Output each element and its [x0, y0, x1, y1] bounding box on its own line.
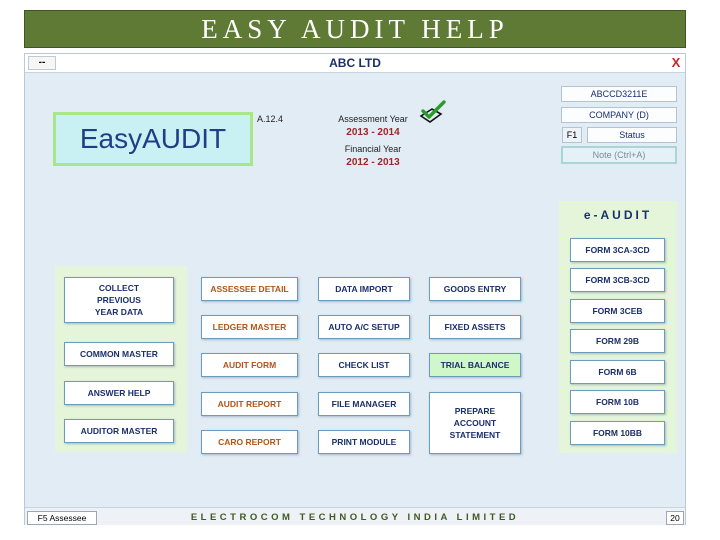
trial-balance-button[interactable]: TRIAL BALANCE [429, 353, 521, 377]
financial-year-label: Financial Year [344, 144, 402, 154]
note-button[interactable]: Note (Ctrl+A) [561, 146, 677, 164]
page-number: 20 [666, 511, 684, 525]
banner-title: EASY AUDIT HELP [201, 13, 509, 44]
assessment-year-label: Assessment Year [338, 114, 408, 124]
checkmark-icon [419, 100, 446, 123]
form-10bb-button[interactable]: FORM 10BB [570, 421, 665, 445]
form-29b-button[interactable]: FORM 29B [570, 329, 665, 353]
ledger-master-button[interactable]: LEDGER MASTER [201, 315, 298, 339]
company-name: ELECTROCOM TECHNOLOGY INDIA LIMITED [190, 512, 520, 523]
auto-ac-setup-button[interactable]: AUTO A/C SETUP [318, 315, 410, 339]
window-title: ABC LTD [329, 56, 381, 70]
form-3ca-3cd-button[interactable]: FORM 3CA-3CD [570, 238, 665, 262]
eaudit-title: e-AUDIT [583, 208, 653, 222]
financial-year-value: 2012 - 2013 [346, 157, 400, 168]
data-import-button[interactable]: DATA IMPORT [318, 277, 410, 301]
version-label: A.12.4 [257, 114, 284, 124]
check-list-button[interactable]: CHECK LIST [318, 353, 410, 377]
form-6b-button[interactable]: FORM 6B [570, 360, 665, 384]
status-bar: F5 Assessee ELECTROCOM TECHNOLOGY INDIA … [25, 507, 685, 525]
company-type-button[interactable]: COMPANY (D) [561, 107, 677, 123]
slide-banner: EASY AUDIT HELP [24, 10, 686, 48]
easyaudit-logo: EasyAUDIT [53, 112, 253, 166]
audit-form-button[interactable]: AUDIT FORM [201, 353, 298, 377]
close-button[interactable]: X [669, 55, 683, 71]
logo-text: EasyAUDIT [79, 123, 227, 154]
status-button[interactable]: Status [587, 127, 677, 143]
fixed-assets-button[interactable]: FIXED ASSETS [429, 315, 521, 339]
app-window: -- ABC LTD X EasyAUDIT A.12.4 Assessment… [24, 53, 686, 525]
assessee-detail-button[interactable]: ASSESSEE DETAIL [201, 277, 298, 301]
goods-entry-button[interactable]: GOODS ENTRY [429, 277, 521, 301]
answer-help-button[interactable]: ANSWER HELP [64, 381, 174, 405]
auditor-master-button[interactable]: AUDITOR MASTER [64, 419, 174, 443]
title-bar: -- ABC LTD X [25, 54, 685, 73]
common-master-button[interactable]: COMMON MASTER [64, 342, 174, 366]
audit-report-button[interactable]: AUDIT REPORT [201, 392, 298, 416]
print-module-button[interactable]: PRINT MODULE [318, 430, 410, 454]
prepare-account-statement-button[interactable]: PREPARE ACCOUNT STATEMENT [429, 392, 521, 454]
caro-report-button[interactable]: CARO REPORT [201, 430, 298, 454]
form-3cb-3cd-button[interactable]: FORM 3CB-3CD [570, 268, 665, 292]
file-manager-button[interactable]: FILE MANAGER [318, 392, 410, 416]
pan-code-button[interactable]: ABCCD3211E [561, 86, 677, 102]
collect-previous-year-data-button[interactable]: COLLECT PREVIOUS YEAR DATA [64, 277, 174, 323]
form-3ceb-button[interactable]: FORM 3CEB [570, 299, 665, 323]
assessment-year-value: 2013 - 2014 [346, 127, 400, 138]
form-10b-button[interactable]: FORM 10B [570, 390, 665, 414]
f1-key-badge: F1 [562, 127, 582, 143]
